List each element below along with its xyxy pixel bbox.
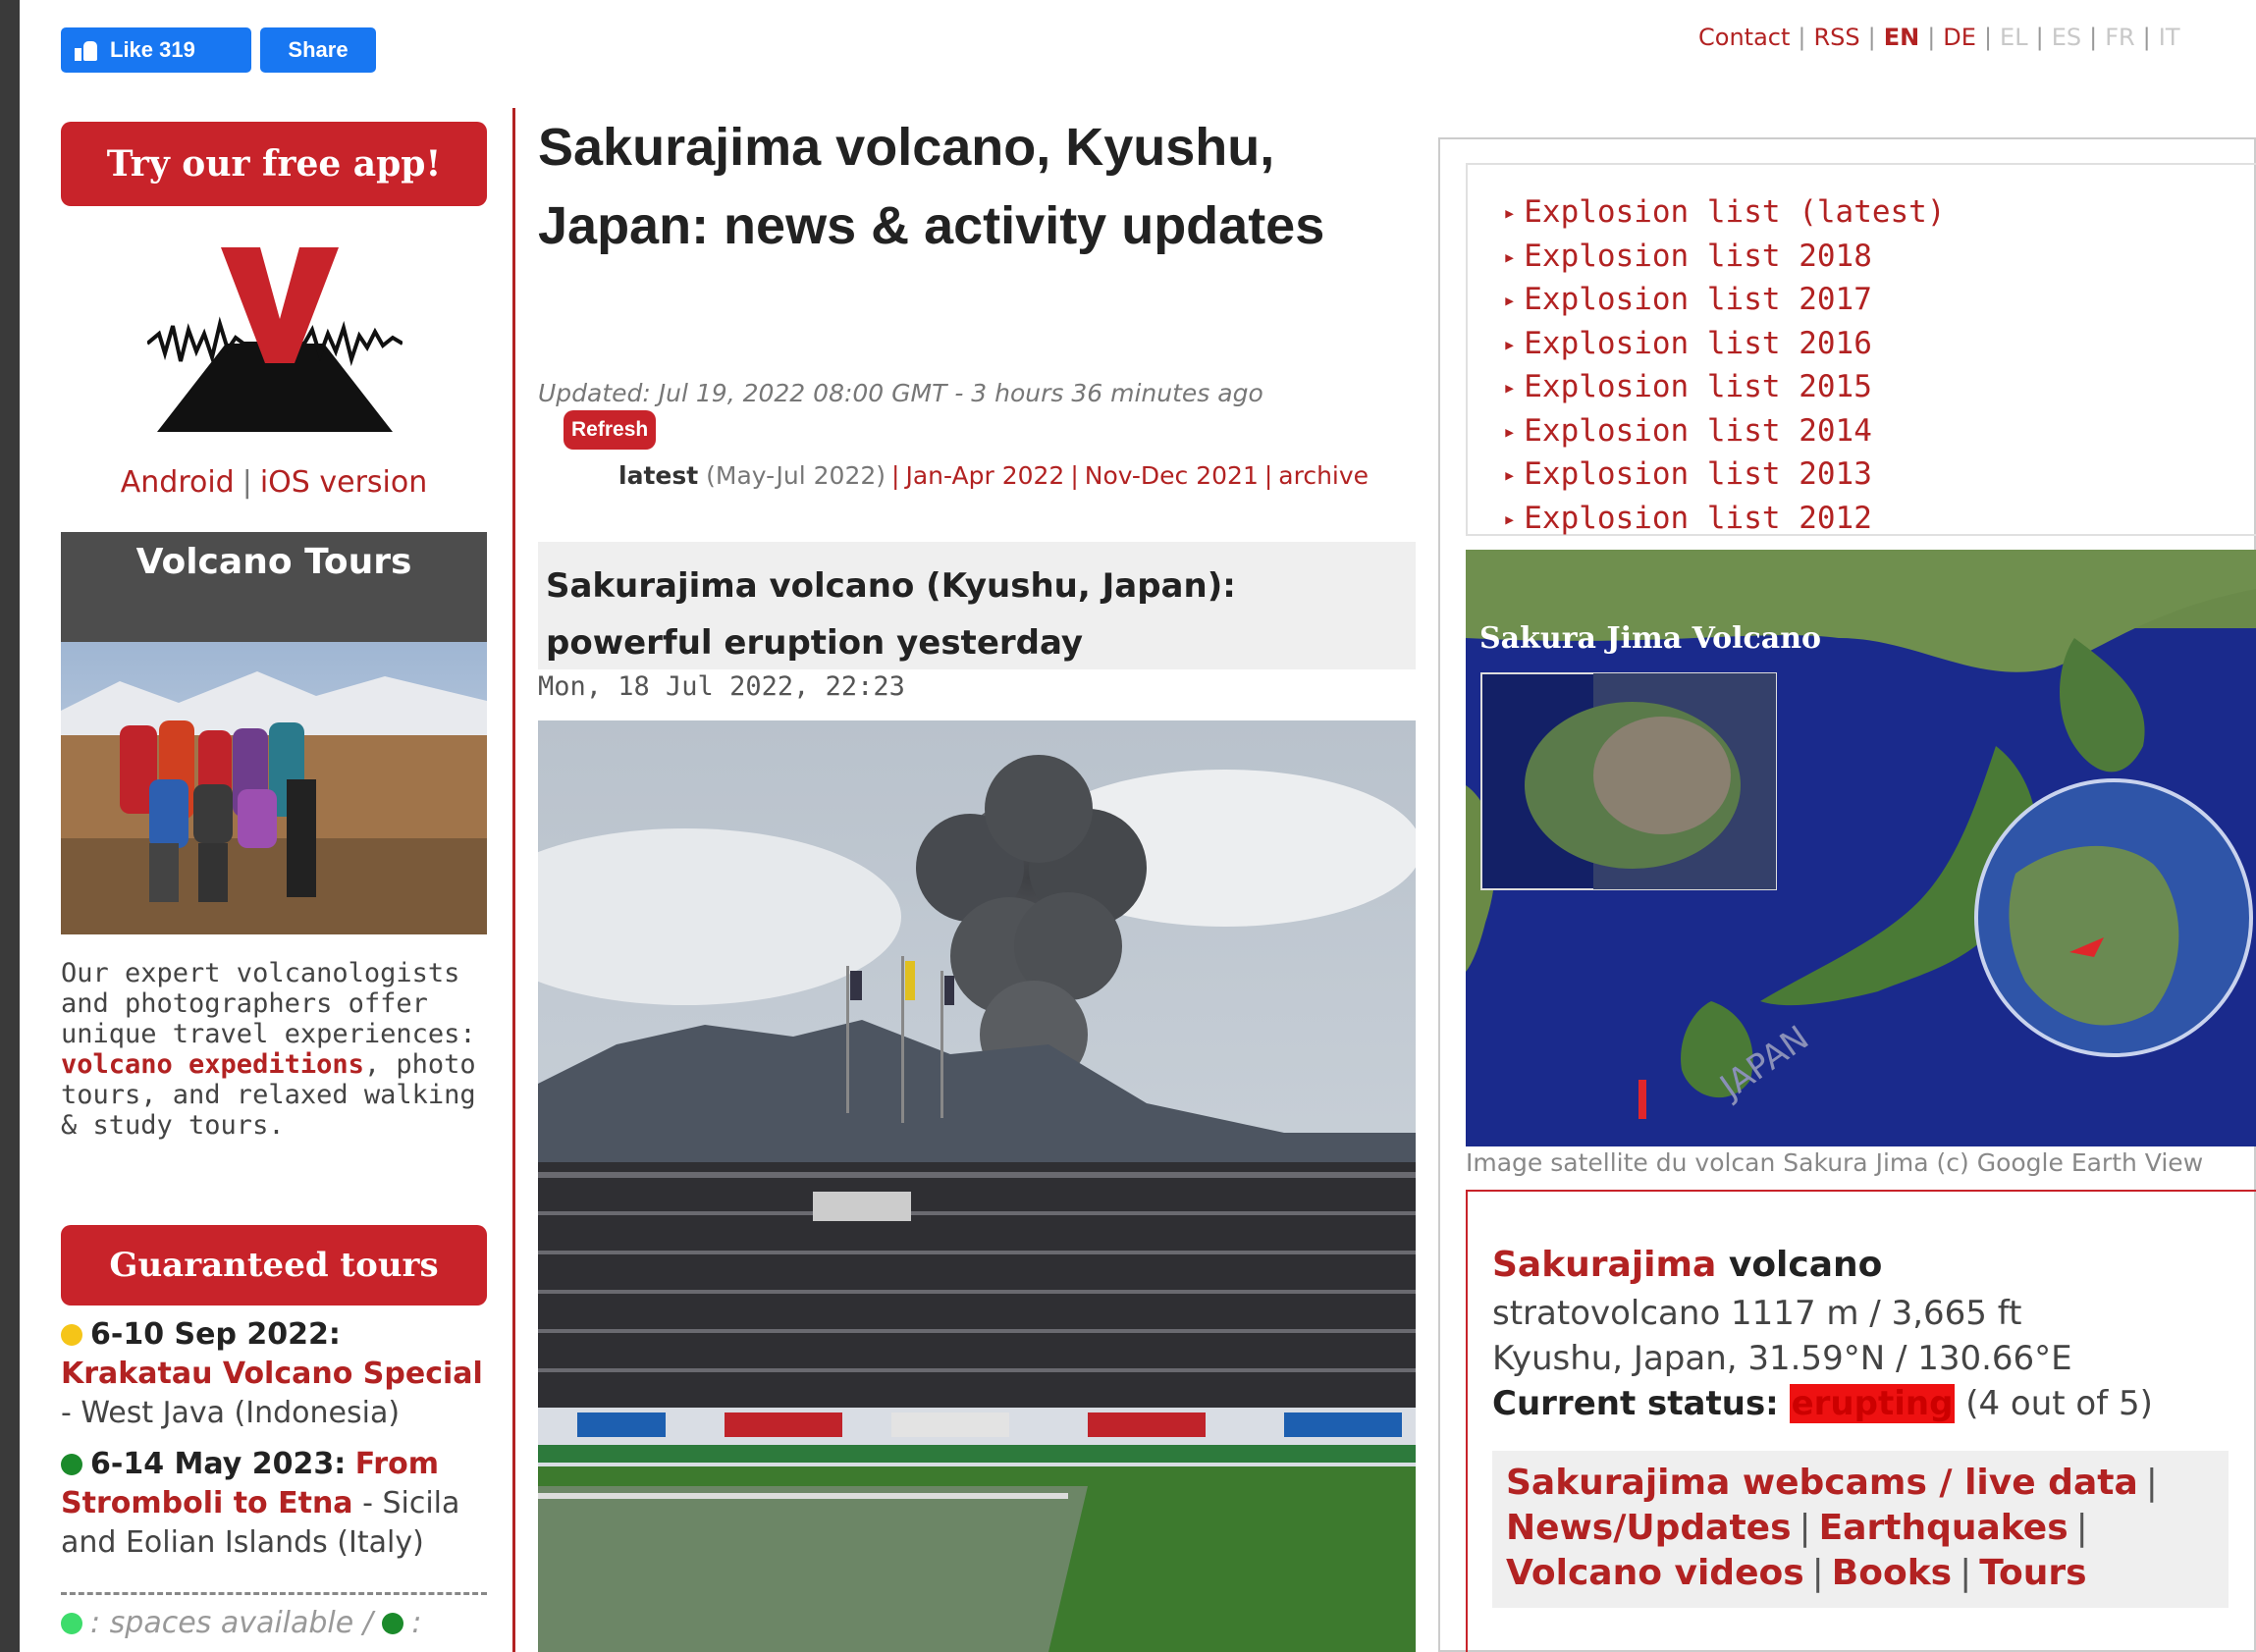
lang-es-link[interactable]: ES <box>2052 24 2081 51</box>
videos-link[interactable]: Volcano videos <box>1506 1553 1804 1593</box>
window-edge <box>0 0 20 1652</box>
contact-link[interactable]: Contact <box>1698 24 1790 51</box>
explosion-list-link[interactable]: Explosion list 2013 <box>1503 454 2256 499</box>
volcano-name-link[interactable]: Sakurajima <box>1492 1245 1716 1285</box>
explosion-list-link[interactable]: Explosion list (latest) <box>1503 192 2256 237</box>
webcams-link[interactable]: Sakurajima webcams / live data <box>1506 1463 2138 1503</box>
facebook-like-button[interactable]: Like 319 <box>61 27 251 73</box>
tour-item: 6-14 May 2023: From Stromboli to Etna - … <box>61 1447 460 1560</box>
refresh-button[interactable]: Refresh <box>564 410 657 450</box>
guaranteed-tours-button[interactable]: Guaranteed tours <box>61 1225 487 1306</box>
android-link[interactable]: Android <box>121 465 235 500</box>
latest-label: latest <box>618 461 699 490</box>
explosion-list-link[interactable]: Explosion list 2012 <box>1503 499 2256 543</box>
volcano-status: Current status: erupting (4 out of 5) <box>1492 1384 2153 1423</box>
explosion-list-link[interactable]: Explosion list 2017 <box>1503 280 2256 324</box>
top-nav: Contact | RSS | EN | DE | EL | ES | FR | IT <box>1698 24 2180 51</box>
tour-group-photo[interactable] <box>61 642 487 934</box>
status-dot-icon <box>61 1454 82 1475</box>
volcano-links: Sakurajima webcams / live data | News/Upd… <box>1492 1451 2229 1608</box>
tour-link[interactable]: Krakatau Volcano Special <box>61 1357 483 1391</box>
availability-legend: : spaces available / : <box>61 1606 422 1640</box>
volcano-name: Sakurajima volcano <box>1492 1245 1883 1285</box>
article-date: Mon, 18 Jul 2022, 22:23 <box>538 671 905 702</box>
explosion-list-link[interactable]: Explosion list 2014 <box>1503 411 2256 455</box>
available-dot-icon <box>61 1613 82 1634</box>
lang-de-link[interactable]: DE <box>1943 24 1976 51</box>
lang-en-link[interactable]: EN <box>1884 24 1919 51</box>
lang-it-link[interactable]: IT <box>2159 24 2180 51</box>
tours-link[interactable]: Tours <box>1979 1553 2086 1593</box>
updated-timestamp: Updated: Jul 19, 2022 08:00 GMT - 3 hour… <box>538 379 1263 407</box>
column-divider <box>512 108 515 1652</box>
ios-link[interactable]: iOS version <box>260 465 427 500</box>
news-link[interactable]: News/Updates <box>1506 1508 1792 1548</box>
volcano-location: Kyushu, Japan, 31.59°N / 130.66°E <box>1492 1339 2072 1378</box>
volcano-expeditions-link[interactable]: volcano expeditions <box>61 1049 364 1080</box>
map-caption: Image satellite du volcan Sakura Jima (c… <box>1466 1148 2204 1177</box>
volcano-tours-heading[interactable]: Volcano Tours <box>61 532 487 642</box>
explosion-list-menu: Explosion list (latest) Explosion list 2… <box>1466 163 2256 536</box>
page-title: Sakurajima volcano, Kyushu, Japan: news … <box>538 118 1325 255</box>
status-label: Current status: <box>1492 1384 1779 1423</box>
map-label: Sakura Jima Volcano <box>1479 621 1821 656</box>
guaranteed-dot-icon <box>382 1613 404 1634</box>
facebook-share-button[interactable]: Share <box>260 27 376 73</box>
status-dot-icon <box>61 1324 82 1346</box>
status-badge[interactable]: erupting <box>1789 1384 1956 1423</box>
like-label: Like 319 <box>110 37 195 62</box>
tour-item: 6-10 Sep 2022: Krakatau Volcano Special … <box>61 1317 483 1430</box>
explosion-list-link[interactable]: Explosion list 2018 <box>1503 237 2256 281</box>
eruption-photo[interactable] <box>538 720 1416 1652</box>
article-title[interactable]: Sakurajima volcano (Kyushu, Japan): powe… <box>538 542 1416 669</box>
explosion-list-link[interactable]: Explosion list 2015 <box>1503 367 2256 411</box>
lang-fr-link[interactable]: FR <box>2105 24 2134 51</box>
earthquakes-link[interactable]: Earthquakes <box>1819 1508 2068 1548</box>
tours-description: Our expert volcanologists and photograph… <box>61 958 476 1141</box>
divider <box>61 1592 487 1595</box>
try-app-button[interactable]: Try our free app! <box>61 122 487 206</box>
app-store-links: Android | iOS version <box>120 465 428 500</box>
archive-link-jan-apr[interactable]: Jan-Apr 2022 <box>905 461 1064 490</box>
thumbs-up-icon <box>75 39 98 61</box>
satellite-map[interactable]: Sakura Jima Volcano JAPAN <box>1466 550 2256 1146</box>
volcano-type: stratovolcano 1117 m / 3,665 ft <box>1492 1294 2022 1333</box>
lang-el-link[interactable]: EL <box>2000 24 2028 51</box>
books-link[interactable]: Books <box>1832 1553 1952 1593</box>
archive-link-nov-dec[interactable]: Nov-Dec 2021 <box>1085 461 1259 490</box>
volcano-app-logo[interactable] <box>147 236 403 442</box>
archive-nav: latest (May-Jul 2022) | Jan-Apr 2022 | Nov-D… <box>618 461 1370 490</box>
rss-link[interactable]: RSS <box>1813 24 1859 51</box>
explosion-list-link[interactable]: Explosion list 2016 <box>1503 324 2256 368</box>
archive-link[interactable]: archive <box>1278 461 1369 490</box>
